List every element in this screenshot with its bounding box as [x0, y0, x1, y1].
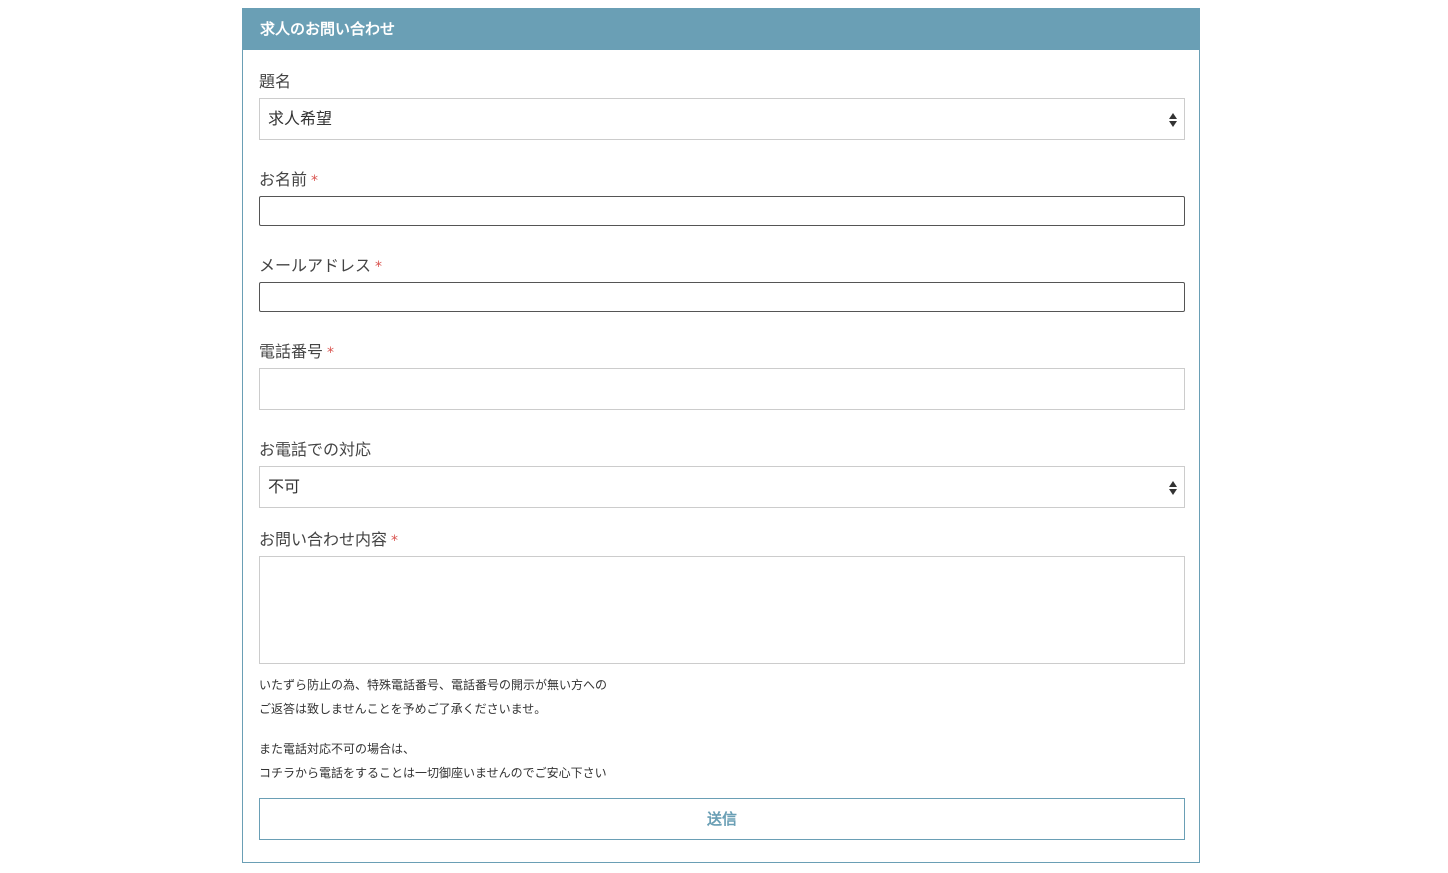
- phone-contact-label: お電話での対応: [259, 436, 371, 460]
- phone-label-text: 電話番号: [259, 342, 324, 361]
- required-mark: *: [311, 173, 319, 189]
- name-label-text: お名前: [259, 170, 308, 189]
- subject-label: 題名: [259, 68, 291, 92]
- updown-arrows-icon: [1169, 481, 1177, 495]
- notice-line-4: コチラから電話をすることは一切御座いませんのでご安心下さい: [259, 766, 607, 780]
- subject-select[interactable]: 求人希望: [259, 98, 1185, 140]
- email-label: メールアドレス *: [259, 252, 382, 276]
- message-label-text: お問い合わせ内容: [259, 530, 388, 549]
- form-title: 求人のお問い合わせ: [243, 9, 1199, 50]
- message-label: お問い合わせ内容 *: [259, 526, 398, 550]
- email-label-text: メールアドレス: [259, 256, 372, 275]
- phone-contact-label-text: お電話での対応: [259, 440, 372, 459]
- updown-arrows-icon: [1169, 113, 1177, 127]
- name-label: お名前 *: [259, 166, 318, 190]
- required-mark: *: [375, 259, 383, 275]
- required-mark: *: [327, 345, 335, 361]
- subject-selected-value: 求人希望: [268, 109, 333, 128]
- subject-label-text: 題名: [259, 72, 292, 91]
- required-mark: *: [391, 533, 399, 549]
- phone-contact-select[interactable]: 不可: [259, 466, 1185, 508]
- notice-line-3: また電話対応不可の場合は、: [259, 742, 416, 756]
- notice-line-1: いたずら防止の為、特殊電話番号、電話番号の開示が無い方への: [259, 678, 608, 692]
- name-input[interactable]: [259, 196, 1185, 226]
- inquiry-form-panel: 求人のお問い合わせ 題名 求人希望 お名前 * メールアドレス * 電話番号 * お電…: [242, 8, 1200, 863]
- email-input[interactable]: [259, 282, 1185, 312]
- notice-line-2: ご返答は致しませんことを予めご了承くださいませ。: [259, 702, 547, 716]
- phone-contact-selected-value: 不可: [268, 477, 301, 496]
- message-textarea[interactable]: [259, 556, 1185, 664]
- phone-input[interactable]: [259, 368, 1185, 410]
- phone-label: 電話番号 *: [259, 338, 334, 362]
- submit-button[interactable]: 送信: [259, 798, 1185, 840]
